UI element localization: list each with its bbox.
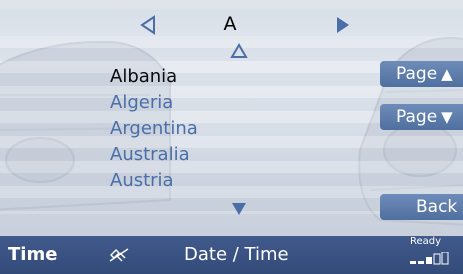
list-item-albania[interactable]: Albania [110,64,350,90]
country-list: Albania Algeria Argentina Australia Aust… [110,64,350,194]
top-band [0,0,463,10]
page-up-button[interactable]: Page ▲ [380,61,463,87]
navigation-country-list-screen: A Albania Algeria Argentina Australia Au… [0,0,463,274]
list-item-austria[interactable]: Austria [110,168,350,194]
date-time-menu-item[interactable]: Date / Time [184,244,289,265]
page-down-button[interactable]: Page ▼ [380,104,463,130]
arrow-down-icon: ▼ [441,108,453,126]
list-item-algeria[interactable]: Algeria [110,90,350,116]
page-up-label: Page [396,64,438,84]
current-letter: A [223,13,237,35]
back-button[interactable]: Back [380,194,463,220]
list-item-argentina[interactable]: Argentina [110,116,350,142]
time-menu-item[interactable]: Time [8,244,57,265]
back-label: Back [416,197,458,217]
list-item-australia[interactable]: Australia [110,142,350,168]
triangle-right-filled-icon[interactable] [333,14,353,36]
triangle-down-filled-icon[interactable] [229,200,249,218]
page-down-label: Page [396,107,438,127]
triangle-left-icon[interactable] [138,14,158,36]
satellite-off-icon [109,248,129,262]
arrow-up-icon: ▲ [441,65,453,83]
signal-strength-icon [410,252,449,265]
ready-status: Ready [410,236,442,247]
triangle-up-outline-icon[interactable] [229,42,249,60]
